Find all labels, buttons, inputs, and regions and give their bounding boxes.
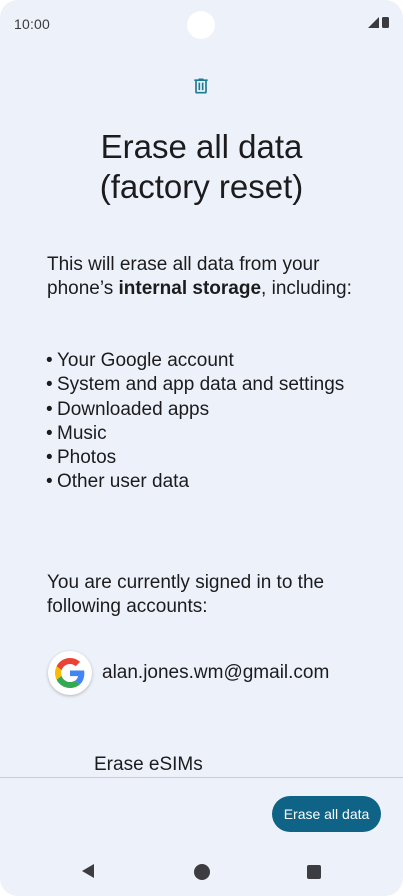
description-end: , including: <box>261 278 352 299</box>
camera-cutout <box>187 11 215 39</box>
erase-items-list: Your Google account System and app data … <box>46 349 366 495</box>
status-icons <box>368 17 389 28</box>
back-icon[interactable] <box>82 864 94 878</box>
trash-icon <box>194 78 208 94</box>
page-title: Erase all data (factory reset) <box>99 128 304 205</box>
signal-icon <box>368 17 379 28</box>
signed-in-text: You are currently signed in to the follo… <box>47 572 325 617</box>
status-time: 10:00 <box>14 16 51 32</box>
list-item: Your Google account <box>46 349 366 374</box>
erase-all-data-button[interactable]: Erase all data <box>272 796 381 832</box>
account-email: alan.jones.wm@gmail.com <box>102 662 330 683</box>
list-item: Music <box>46 422 366 447</box>
erase-esims-option[interactable]: Erase eSIMs <box>94 754 203 776</box>
erase-description: This will erase all data from your phone… <box>47 253 377 301</box>
description-internal-storage: internal storage <box>118 278 262 299</box>
battery-icon <box>382 17 389 28</box>
status-bar: 10:00 <box>0 0 403 48</box>
recents-icon[interactable] <box>307 865 321 879</box>
google-icon <box>48 651 92 695</box>
list-item: Photos <box>46 446 366 471</box>
phone-screen: 10:00 Erase all data (factory reset) Thi… <box>0 0 403 896</box>
home-icon[interactable] <box>194 864 210 880</box>
divider <box>0 777 403 778</box>
list-item: System and app data and settings <box>46 373 366 398</box>
account-row: alan.jones.wm@gmail.com <box>48 651 329 695</box>
list-item: Other user data <box>46 470 366 495</box>
list-item: Downloaded apps <box>46 398 366 423</box>
